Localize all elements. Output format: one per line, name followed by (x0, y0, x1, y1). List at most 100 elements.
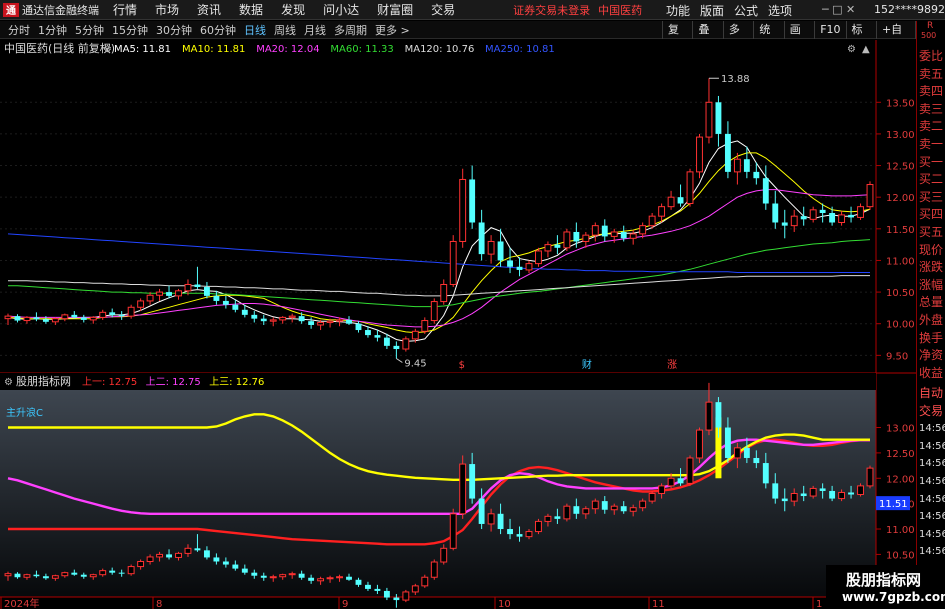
menu-item-trade[interactable]: 交易 (431, 1, 455, 18)
right-menu: 功能 版面 公式 选项 (666, 0, 802, 20)
menu-item-news[interactable]: 资讯 (197, 1, 221, 18)
mark-button[interactable]: 标记 (845, 21, 876, 54)
main-candle-down (478, 222, 485, 255)
main-candle-down (213, 295, 220, 301)
ind-candle-down (80, 574, 87, 577)
period-30min[interactable]: 30分钟 (156, 22, 192, 38)
settings-icon[interactable]: ⚙ (103, 44, 112, 55)
ind-candle-down (365, 584, 371, 589)
menu-item-discover[interactable]: 发现 (281, 1, 305, 18)
menu-item-market[interactable]: 市场 (155, 1, 179, 18)
period-weekly[interactable]: 周线 (274, 22, 296, 38)
restore-icon[interactable]: □ (832, 3, 842, 16)
main-candle-up (156, 291, 163, 296)
side-panel-item: 买五 (919, 225, 944, 239)
chart-toolbar: 复权 叠加 多股 统计 画线 F10 标记 +自选 返回 (662, 21, 945, 54)
menu-item-data[interactable]: 数据 (239, 1, 263, 18)
period-5min[interactable]: 5分钟 (75, 22, 104, 38)
indicator-label-1: 上二: 12.75 (146, 376, 201, 388)
event-marker[interactable]: 涨 (667, 359, 677, 371)
side-panel-item: 现价 (919, 242, 944, 257)
stats-button[interactable]: 统计 (753, 21, 783, 54)
main-y-tick-label: 10.00 (886, 320, 915, 331)
main-candle-up (317, 321, 325, 326)
main-candle-down (222, 300, 229, 305)
period-monthly[interactable]: 月线 (304, 22, 326, 38)
main-candle-down (109, 312, 116, 315)
draw-button[interactable]: 画线 (783, 21, 814, 54)
multi-stock-button[interactable]: 多股 (722, 21, 753, 54)
menu-item-formula[interactable]: 公式 (734, 2, 758, 19)
ind-y-tick-label: 12.50 (886, 449, 915, 460)
ind-candle-up (402, 591, 410, 601)
period-1min[interactable]: 1分钟 (38, 22, 67, 38)
side-panel-item: 外盘 (919, 313, 944, 327)
period-daily[interactable]: 日线 (244, 22, 266, 38)
ind-candle-up (809, 487, 817, 497)
chart-close-icon[interactable]: ▲ (862, 44, 870, 55)
main-candle-up (591, 225, 599, 236)
main-candle-down (203, 287, 210, 296)
event-marker[interactable]: $ (459, 360, 465, 371)
side-panel-item: 换手 (919, 330, 944, 345)
main-candle-down (42, 319, 49, 322)
main-menu: 行情 市场 资讯 数据 发现 问小达 财富圈 交易 (113, 1, 473, 18)
ind-candle-up (838, 491, 846, 500)
minimize-icon[interactable]: ─ (822, 3, 829, 16)
menu-item-function[interactable]: 功能 (666, 2, 690, 19)
ma-label-0: MA5: 11.81 (114, 44, 171, 55)
ind-candle-down (14, 573, 21, 578)
ind-candle-down (819, 488, 826, 491)
main-candle-up (610, 231, 618, 237)
overlay-button[interactable]: 叠加 (692, 21, 722, 54)
menu-item-quotes[interactable]: 行情 (113, 1, 137, 18)
adjust-button[interactable]: 复权 (662, 21, 692, 54)
login-warning[interactable]: 证券交易未登录 (513, 2, 590, 18)
chart-settings-icon[interactable]: ⚙ (847, 44, 856, 55)
ind-candle-down (620, 506, 627, 512)
main-candle-down (374, 335, 381, 338)
period-tick[interactable]: 分时 (8, 22, 30, 38)
side-panel-item: 卖五 (919, 66, 944, 81)
indicator-sub-label: 主升浪C (6, 406, 43, 419)
ind-candle-up (184, 547, 192, 554)
main-candle-down (393, 345, 400, 350)
main-candle-up (696, 136, 703, 173)
main-y-tick-label: 10.50 (886, 288, 915, 299)
main-candle-down (308, 321, 315, 325)
ind-candle-down (601, 501, 608, 510)
period-60min[interactable]: 60分钟 (200, 22, 236, 38)
ma-label-4: MA120: 10.76 (405, 44, 475, 55)
ind-candle-up (61, 572, 69, 577)
menu-item-ask[interactable]: 问小达 (323, 1, 359, 18)
main-candle-up (184, 283, 192, 292)
ind-candle-down (298, 573, 305, 578)
menu-item-wealth[interactable]: 财富圈 (377, 1, 413, 18)
x-tick-label: 9 (342, 599, 348, 609)
menu-item-layout[interactable]: 版面 (700, 2, 724, 19)
main-candle-up (658, 206, 666, 217)
ind-candle-down (355, 579, 362, 585)
side-panel-item[interactable]: 自动 (919, 385, 945, 402)
add-watchlist-button[interactable]: +自选 (875, 21, 915, 54)
indicator-settings-icon[interactable]: ⚙ (4, 377, 13, 388)
side-panel-item: 14:56 (919, 458, 945, 470)
ind-candle-down (753, 457, 760, 464)
close-icon[interactable]: ✕ (846, 3, 855, 16)
user-account[interactable]: 152****9892 (874, 3, 945, 16)
ind-candle-up (705, 401, 713, 431)
kline-chart[interactable]: 中国医药(日线 前复权) ⚙ MA5: 11.81 MA10: 11.81 MA20… (0, 40, 916, 609)
event-marker[interactable]: 财 (582, 358, 592, 371)
menu-item-options[interactable]: 选项 (768, 2, 792, 19)
f10-button[interactable]: F10 (814, 21, 845, 39)
side-panel-item: 委比 (919, 49, 944, 63)
ind-y-tick-label: 11.00 (886, 525, 915, 536)
period-multi[interactable]: 多周期 (334, 22, 367, 38)
main-candle-down (573, 231, 580, 242)
side-panel-item[interactable]: 交易 (919, 403, 945, 420)
main-candle-up (459, 178, 467, 242)
current-value-label: 11.51 (879, 499, 908, 510)
main-candle-up (857, 206, 864, 218)
period-more[interactable]: 更多 > (375, 22, 410, 38)
period-15min[interactable]: 15分钟 (112, 22, 148, 38)
